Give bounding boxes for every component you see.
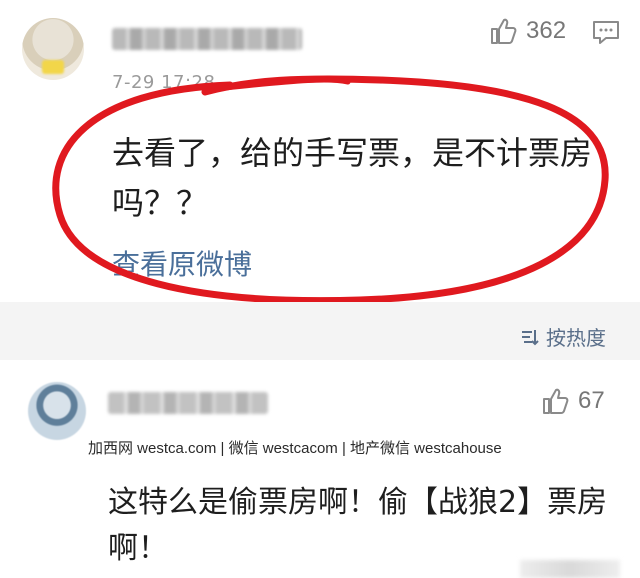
blurred-content xyxy=(520,560,620,578)
view-original-link[interactable]: 查看原微博 xyxy=(112,243,252,283)
comment-date: 7-29 17:28 xyxy=(112,72,216,93)
like-count: 67 xyxy=(578,387,605,414)
username-blurred[interactable] xyxy=(112,28,302,50)
sort-label: 按热度 xyxy=(546,326,606,350)
comment-text: 这特么是偷票房啊！偷【战狼2】票房啊！ xyxy=(108,485,608,566)
reply-icon[interactable] xyxy=(592,20,620,46)
thumbs-up-icon xyxy=(491,18,517,44)
username-blurred[interactable] xyxy=(108,392,268,414)
like-button[interactable]: 67 xyxy=(540,386,605,416)
sort-icon xyxy=(522,329,539,345)
like-count: 362 xyxy=(526,17,567,44)
sort-by-hot-button[interactable]: 按热度 xyxy=(520,322,606,351)
watermark: 加西网 westca.com | 微信 westcacom | 地产微信 wes… xyxy=(78,434,512,461)
thumbs-up-icon xyxy=(543,388,569,414)
comment-text: 去看了，给的手写票，是不计票房吗？？ xyxy=(112,134,593,222)
like-button[interactable]: 362 xyxy=(488,16,566,46)
avatar[interactable] xyxy=(28,382,86,440)
avatar[interactable] xyxy=(22,18,84,80)
